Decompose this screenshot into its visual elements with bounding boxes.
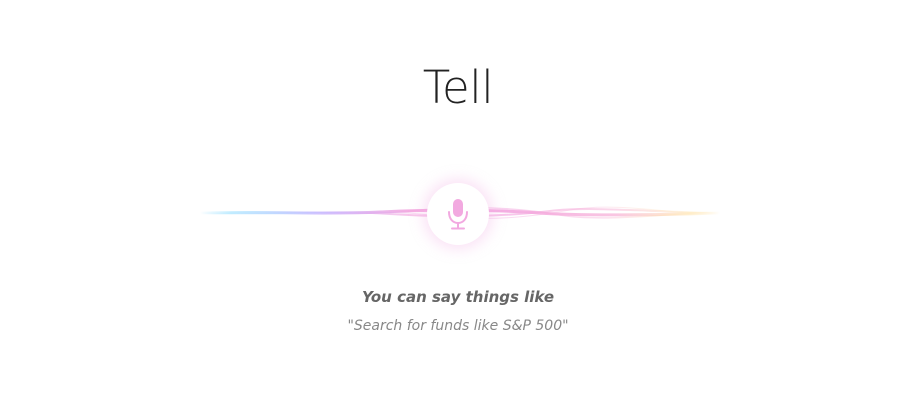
page-title: Tell [422,61,494,114]
microphone-button[interactable] [427,183,489,245]
voice-prompt-screen: Tell You can say things like "Search for… [0,0,916,402]
microphone-icon [448,199,468,230]
hint-title: You can say things like [361,288,555,306]
hint-example: "Search for funds like S&P 500" [347,318,569,334]
